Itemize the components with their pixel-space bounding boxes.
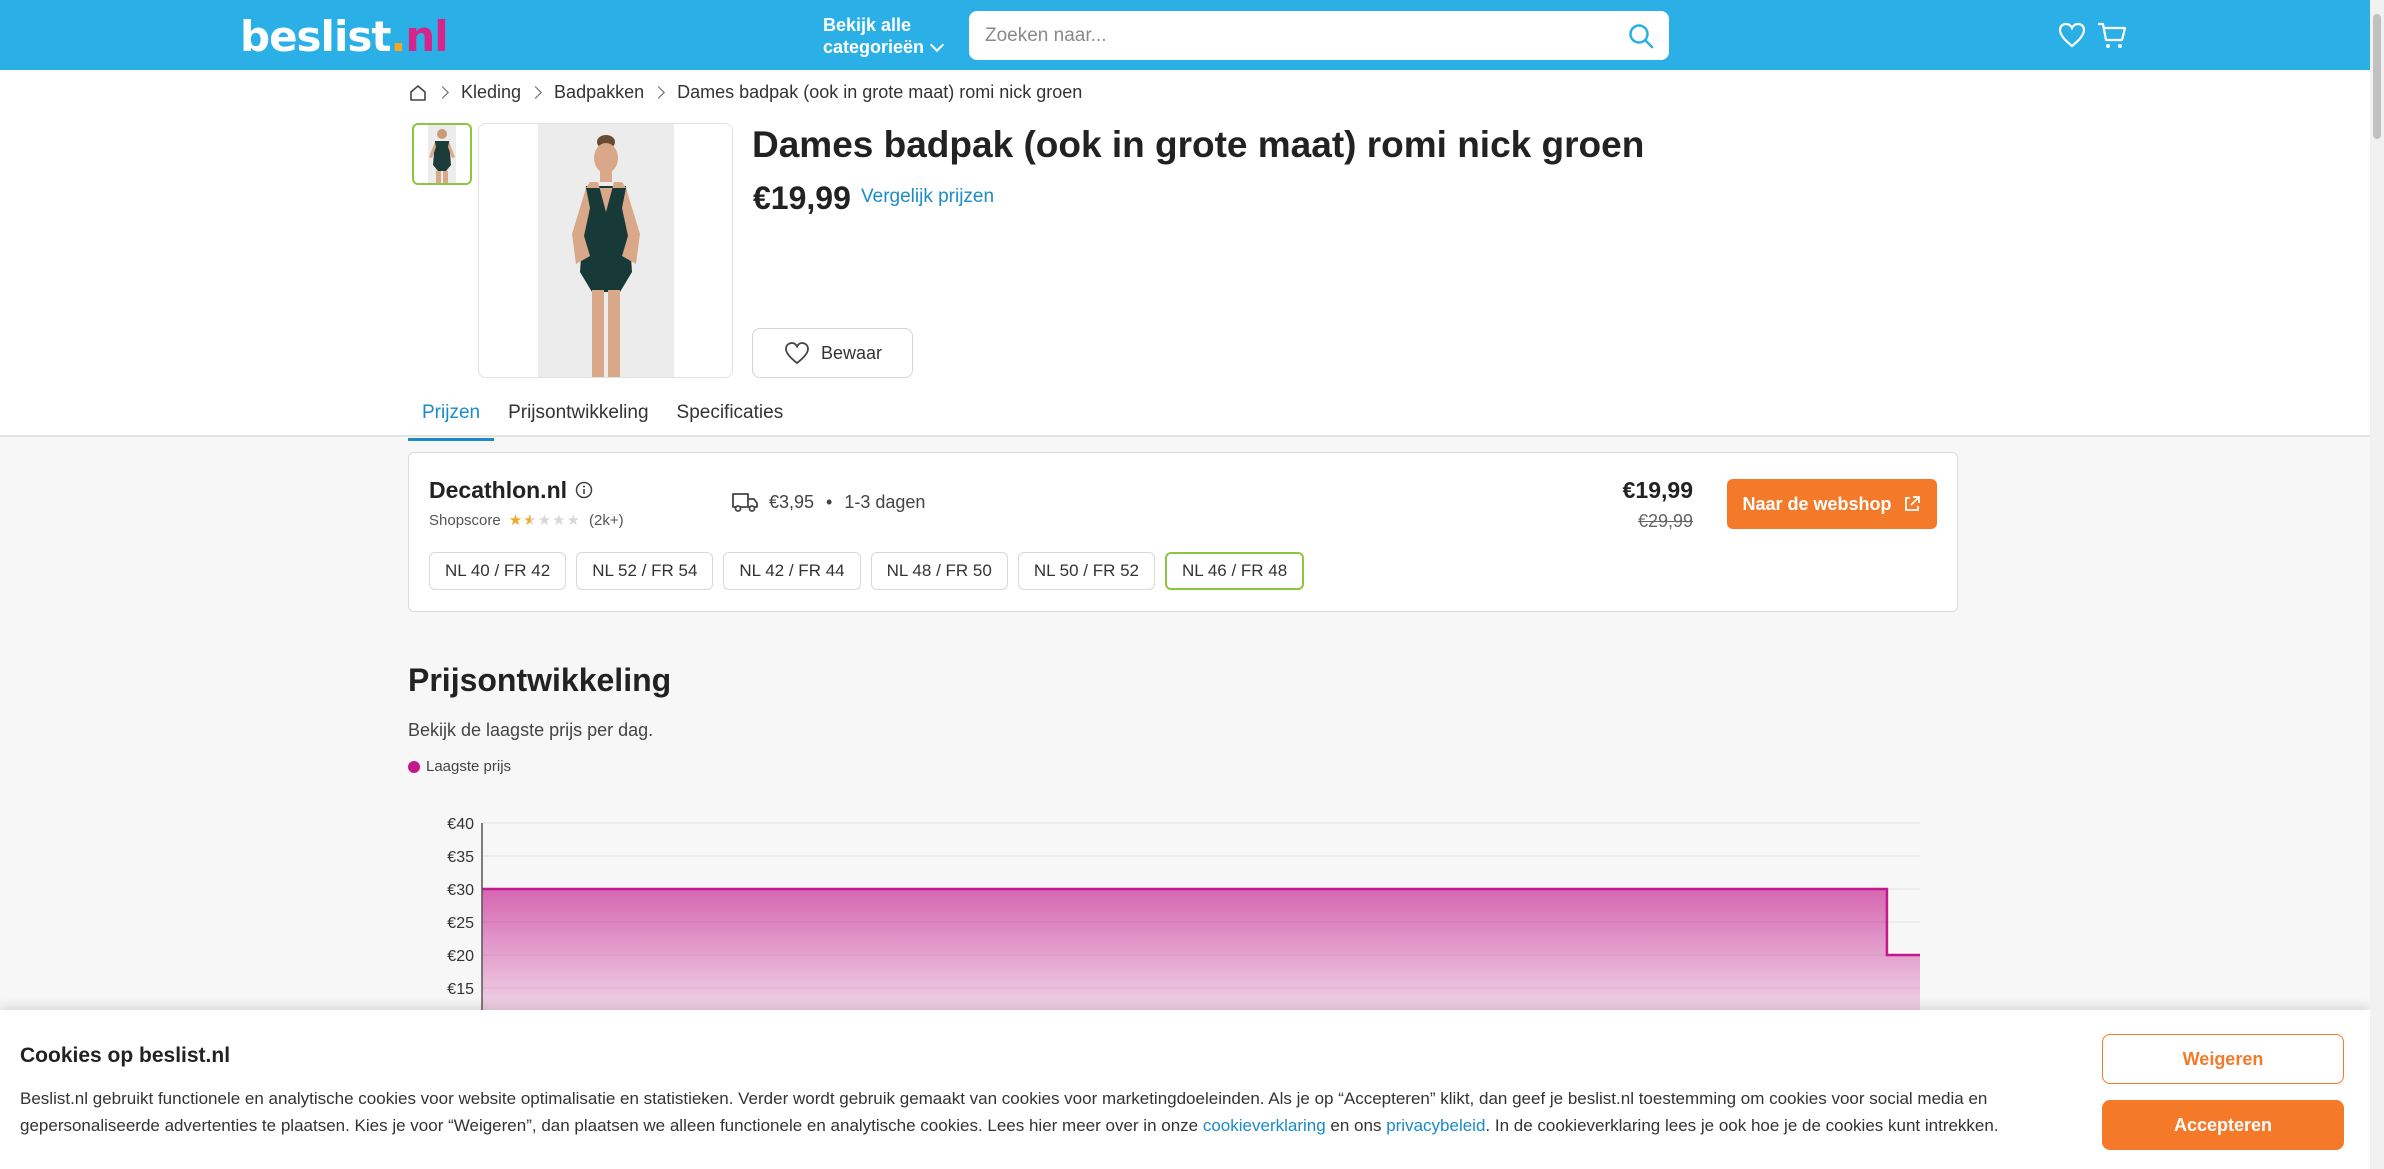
top-navigation-bar: beslist.nl Bekijk alle categorieën bbox=[0, 0, 2370, 70]
search-icon[interactable] bbox=[1627, 22, 1655, 50]
product-title: Dames badpak (ook in grote maat) romi ni… bbox=[752, 124, 1645, 165]
legend-label: Laagste prijs bbox=[426, 758, 512, 775]
y-tick-label: €30 bbox=[447, 882, 474, 899]
offer-price: €19,99 bbox=[1622, 477, 1693, 503]
tab-specificaties[interactable]: Specificaties bbox=[663, 400, 798, 441]
price-history-title: Prijsontwikkeling bbox=[408, 662, 672, 698]
cookie-text-part3: . In de cookieverklaring lees je ook hoe… bbox=[1485, 1116, 1999, 1135]
categories-label-line1: Bekijk alle bbox=[823, 15, 912, 35]
size-option[interactable]: NL 42 / FR 44 bbox=[723, 552, 861, 590]
breadcrumb-separator bbox=[436, 86, 449, 99]
rating-count: (2k+) bbox=[588, 511, 624, 529]
logo-tld: nl bbox=[405, 12, 448, 61]
heart-icon bbox=[785, 342, 809, 365]
shopscore-label: Shopscore bbox=[429, 511, 501, 529]
shopping-cart-icon[interactable] bbox=[2096, 19, 2128, 51]
reject-cookies-button[interactable]: Weigeren bbox=[2102, 1034, 2344, 1084]
y-tick-label: €15 bbox=[447, 981, 474, 998]
privacy-policy-link[interactable]: privacybeleid bbox=[1386, 1116, 1485, 1135]
swimsuit-model-image bbox=[572, 135, 640, 377]
shop-offer-card: Decathlon.nl Shopscore ★★★★★ (2k+) €3,95… bbox=[408, 452, 1958, 612]
save-button-label: Bewaar bbox=[821, 342, 883, 363]
scrollbar-thumb[interactable] bbox=[2373, 14, 2381, 139]
cookie-text-part2: en ons bbox=[1325, 1116, 1387, 1135]
star-icon: ★ bbox=[552, 512, 567, 529]
y-tick-label: €25 bbox=[447, 915, 474, 932]
size-option[interactable]: NL 52 / FR 54 bbox=[576, 552, 714, 590]
page-scrollbar[interactable] bbox=[2370, 0, 2384, 1169]
delivery-time: 1-3 dagen bbox=[844, 491, 926, 512]
cookie-title: Cookies op beslist.nl bbox=[20, 1044, 231, 1067]
compare-prices-link[interactable]: Vergelijk prijzen bbox=[861, 186, 994, 208]
search-input[interactable] bbox=[985, 11, 1585, 60]
star-icon: ★ bbox=[537, 512, 553, 529]
cookie-text: Beslist.nl gebruikt functionele en analy… bbox=[20, 1085, 2080, 1139]
y-tick-label: €35 bbox=[447, 849, 474, 866]
star-icon: ★ bbox=[508, 512, 524, 529]
breadcrumb: Kleding Badpakken Dames badpak (ook in g… bbox=[408, 82, 1082, 103]
product-tabs: Prijzen Prijsontwikkeling Specificaties bbox=[408, 400, 797, 441]
tab-prijzen[interactable]: Prijzen bbox=[408, 400, 495, 441]
y-tick-label: €20 bbox=[447, 948, 474, 965]
price-history-chart: €40 €35 €30 €25 €20 €15 bbox=[447, 816, 1920, 1020]
delivery-info: €3,95 • 1-3 dagen bbox=[731, 491, 925, 513]
search-bar bbox=[969, 11, 1669, 60]
cookie-statement-link[interactable]: cookieverklaring bbox=[1203, 1116, 1326, 1135]
chart-legend: Laagste prijs bbox=[408, 758, 511, 775]
to-webshop-button[interactable]: Naar de webshop bbox=[1727, 479, 1937, 529]
price-history-subtitle: Bekijk de laagste prijs per dag. bbox=[408, 720, 654, 740]
rating-stars: ★★★★★ bbox=[509, 511, 581, 529]
size-option[interactable]: NL 50 / FR 52 bbox=[1017, 552, 1156, 590]
breadcrumb-separator bbox=[652, 86, 665, 99]
product-price: €19,99 bbox=[753, 180, 851, 216]
categories-label-line2: categorieën bbox=[823, 37, 925, 57]
accept-cookies-button[interactable]: Accepteren bbox=[2102, 1100, 2344, 1150]
y-tick-label: €40 bbox=[447, 816, 474, 833]
separator-bullet: • bbox=[826, 491, 833, 512]
breadcrumb-kleding[interactable]: Kleding bbox=[461, 82, 521, 103]
info-icon[interactable] bbox=[575, 481, 593, 499]
favorites-heart-icon[interactable] bbox=[2057, 20, 2087, 50]
cookie-banner: Cookies op beslist.nl Beslist.nl gebruik… bbox=[0, 1010, 2370, 1169]
star-half-icon: ★ bbox=[523, 512, 538, 529]
breadcrumb-separator bbox=[529, 86, 542, 99]
offer-old-price: €29,99 bbox=[1637, 511, 1693, 531]
logo-text: beslist bbox=[240, 12, 391, 61]
price-area-fill bbox=[482, 889, 1920, 1020]
size-option[interactable]: NL 48 / FR 50 bbox=[870, 552, 1008, 590]
shopscore: Shopscore ★★★★★ (2k+) bbox=[429, 511, 624, 530]
logo-dot: . bbox=[390, 12, 406, 61]
legend-dot bbox=[408, 760, 420, 773]
size-option-selected[interactable]: NL 46 / FR 48 bbox=[1165, 552, 1305, 590]
shop-name[interactable]: Decathlon.nl bbox=[429, 477, 567, 504]
save-button[interactable]: Bewaar bbox=[752, 328, 913, 378]
tab-prijsontwikkeling[interactable]: Prijsontwikkeling bbox=[494, 400, 662, 441]
delivery-truck-icon bbox=[732, 493, 758, 512]
beslist-logo[interactable]: beslist.nl bbox=[240, 12, 449, 61]
size-options: NL 40 / FR 42 NL 52 / FR 54 NL 42 / FR 4… bbox=[429, 552, 1314, 590]
product-thumbnail[interactable] bbox=[412, 123, 472, 185]
to-webshop-label: Naar de webshop bbox=[1742, 493, 1892, 514]
breadcrumb-badpakken[interactable]: Badpakken bbox=[554, 82, 644, 103]
breadcrumb-current: Dames badpak (ook in grote maat) romi ni… bbox=[677, 82, 1083, 102]
external-link-icon bbox=[1904, 496, 1920, 511]
star-icon: ★ bbox=[566, 512, 581, 529]
chevron-down-icon bbox=[929, 37, 945, 53]
shipping-cost: €3,95 bbox=[769, 491, 815, 512]
home-icon[interactable] bbox=[408, 83, 428, 103]
size-option[interactable]: NL 40 / FR 42 bbox=[429, 552, 567, 590]
product-main-image[interactable] bbox=[478, 123, 733, 378]
all-categories-button[interactable]: Bekijk alle categorieën bbox=[823, 14, 945, 58]
